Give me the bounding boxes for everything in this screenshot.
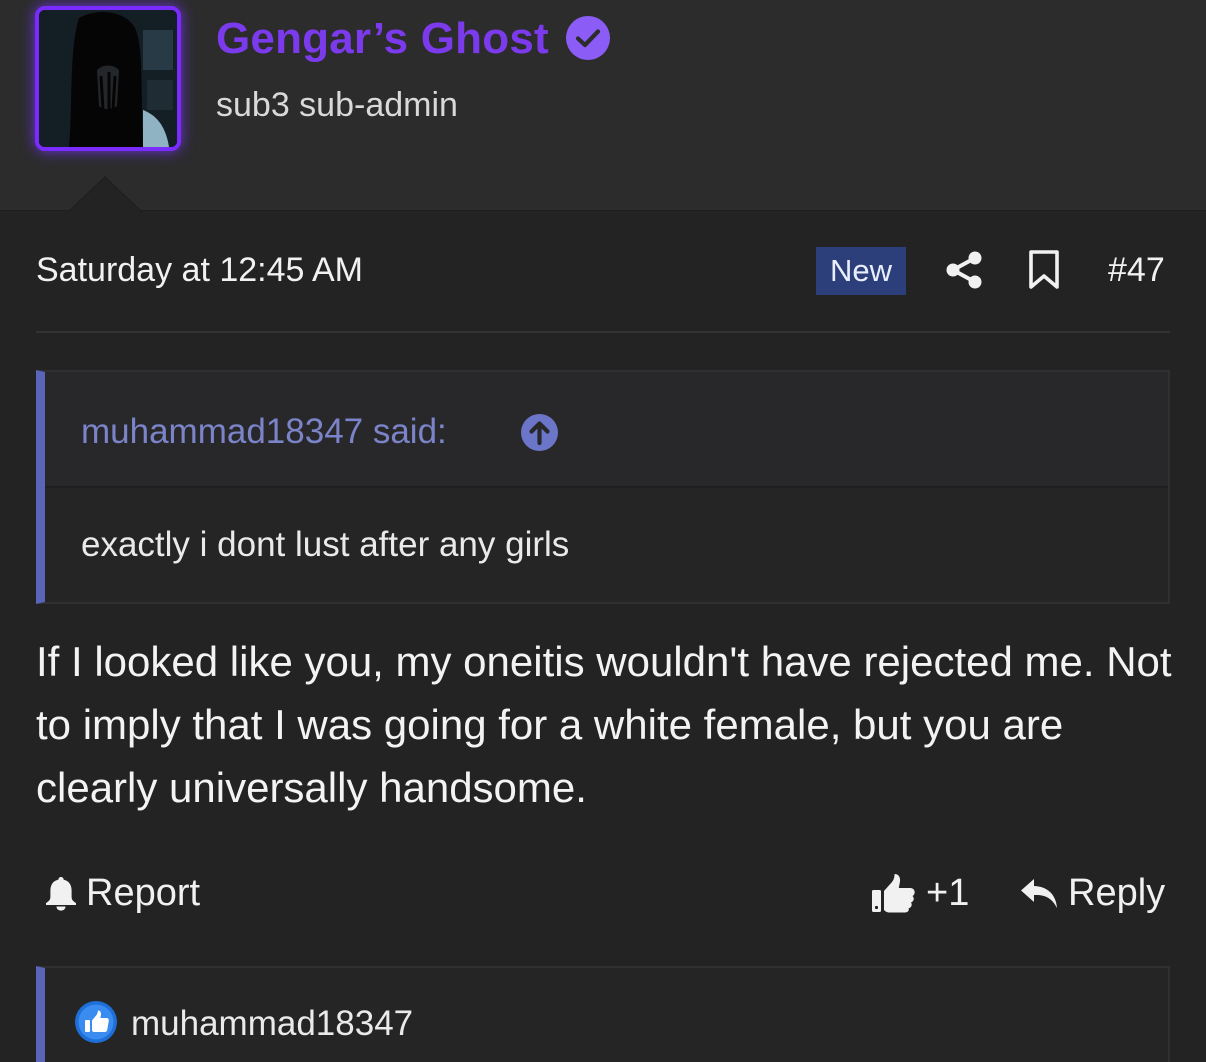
reply-button[interactable]: Reply [1018,868,1165,918]
reactions-bar: muhammad18347 [36,966,1170,1062]
quote-text: exactly i dont lust after any girls [81,525,570,564]
user-title: sub3 sub-admin [216,86,458,124]
avatar[interactable] [35,6,181,151]
reply-arrow-icon [1021,879,1057,908]
avatar-image [39,10,177,147]
new-badge: New [816,247,906,295]
like-reaction-icon [75,1001,117,1043]
reaction-username[interactable]: muhammad18347 [131,1004,413,1044]
thumbs-up-icon [872,874,915,913]
share-icon[interactable] [944,250,984,290]
report-label: Report [86,871,201,914]
like-button[interactable]: +1 [870,868,969,918]
post-body: If I looked like you, my oneitis wouldn'… [36,638,1172,811]
post-date[interactable]: Saturday at 12:45 AM [36,251,363,290]
user-header: Gengar’s Ghost sub3 sub-admin [0,0,1206,213]
verified-check-icon [566,16,610,60]
user-pointer-arrow [68,176,142,213]
arrow-up-circle-icon[interactable] [520,413,559,452]
reply-label: Reply [1068,871,1166,914]
username[interactable]: Gengar’s Ghost [216,14,549,64]
bookmark-icon[interactable] [1027,250,1061,290]
quote-author[interactable]: muhammad18347 said: [81,412,447,452]
report-button[interactable]: Report [44,868,200,918]
post-number[interactable]: #47 [1108,251,1165,290]
quote-header: muhammad18347 said: [45,372,1168,488]
quote-block: muhammad18347 said: exactly i dont lust … [36,370,1170,604]
divider [36,331,1170,333]
like-count: +1 [926,871,970,914]
bell-icon [46,877,76,911]
